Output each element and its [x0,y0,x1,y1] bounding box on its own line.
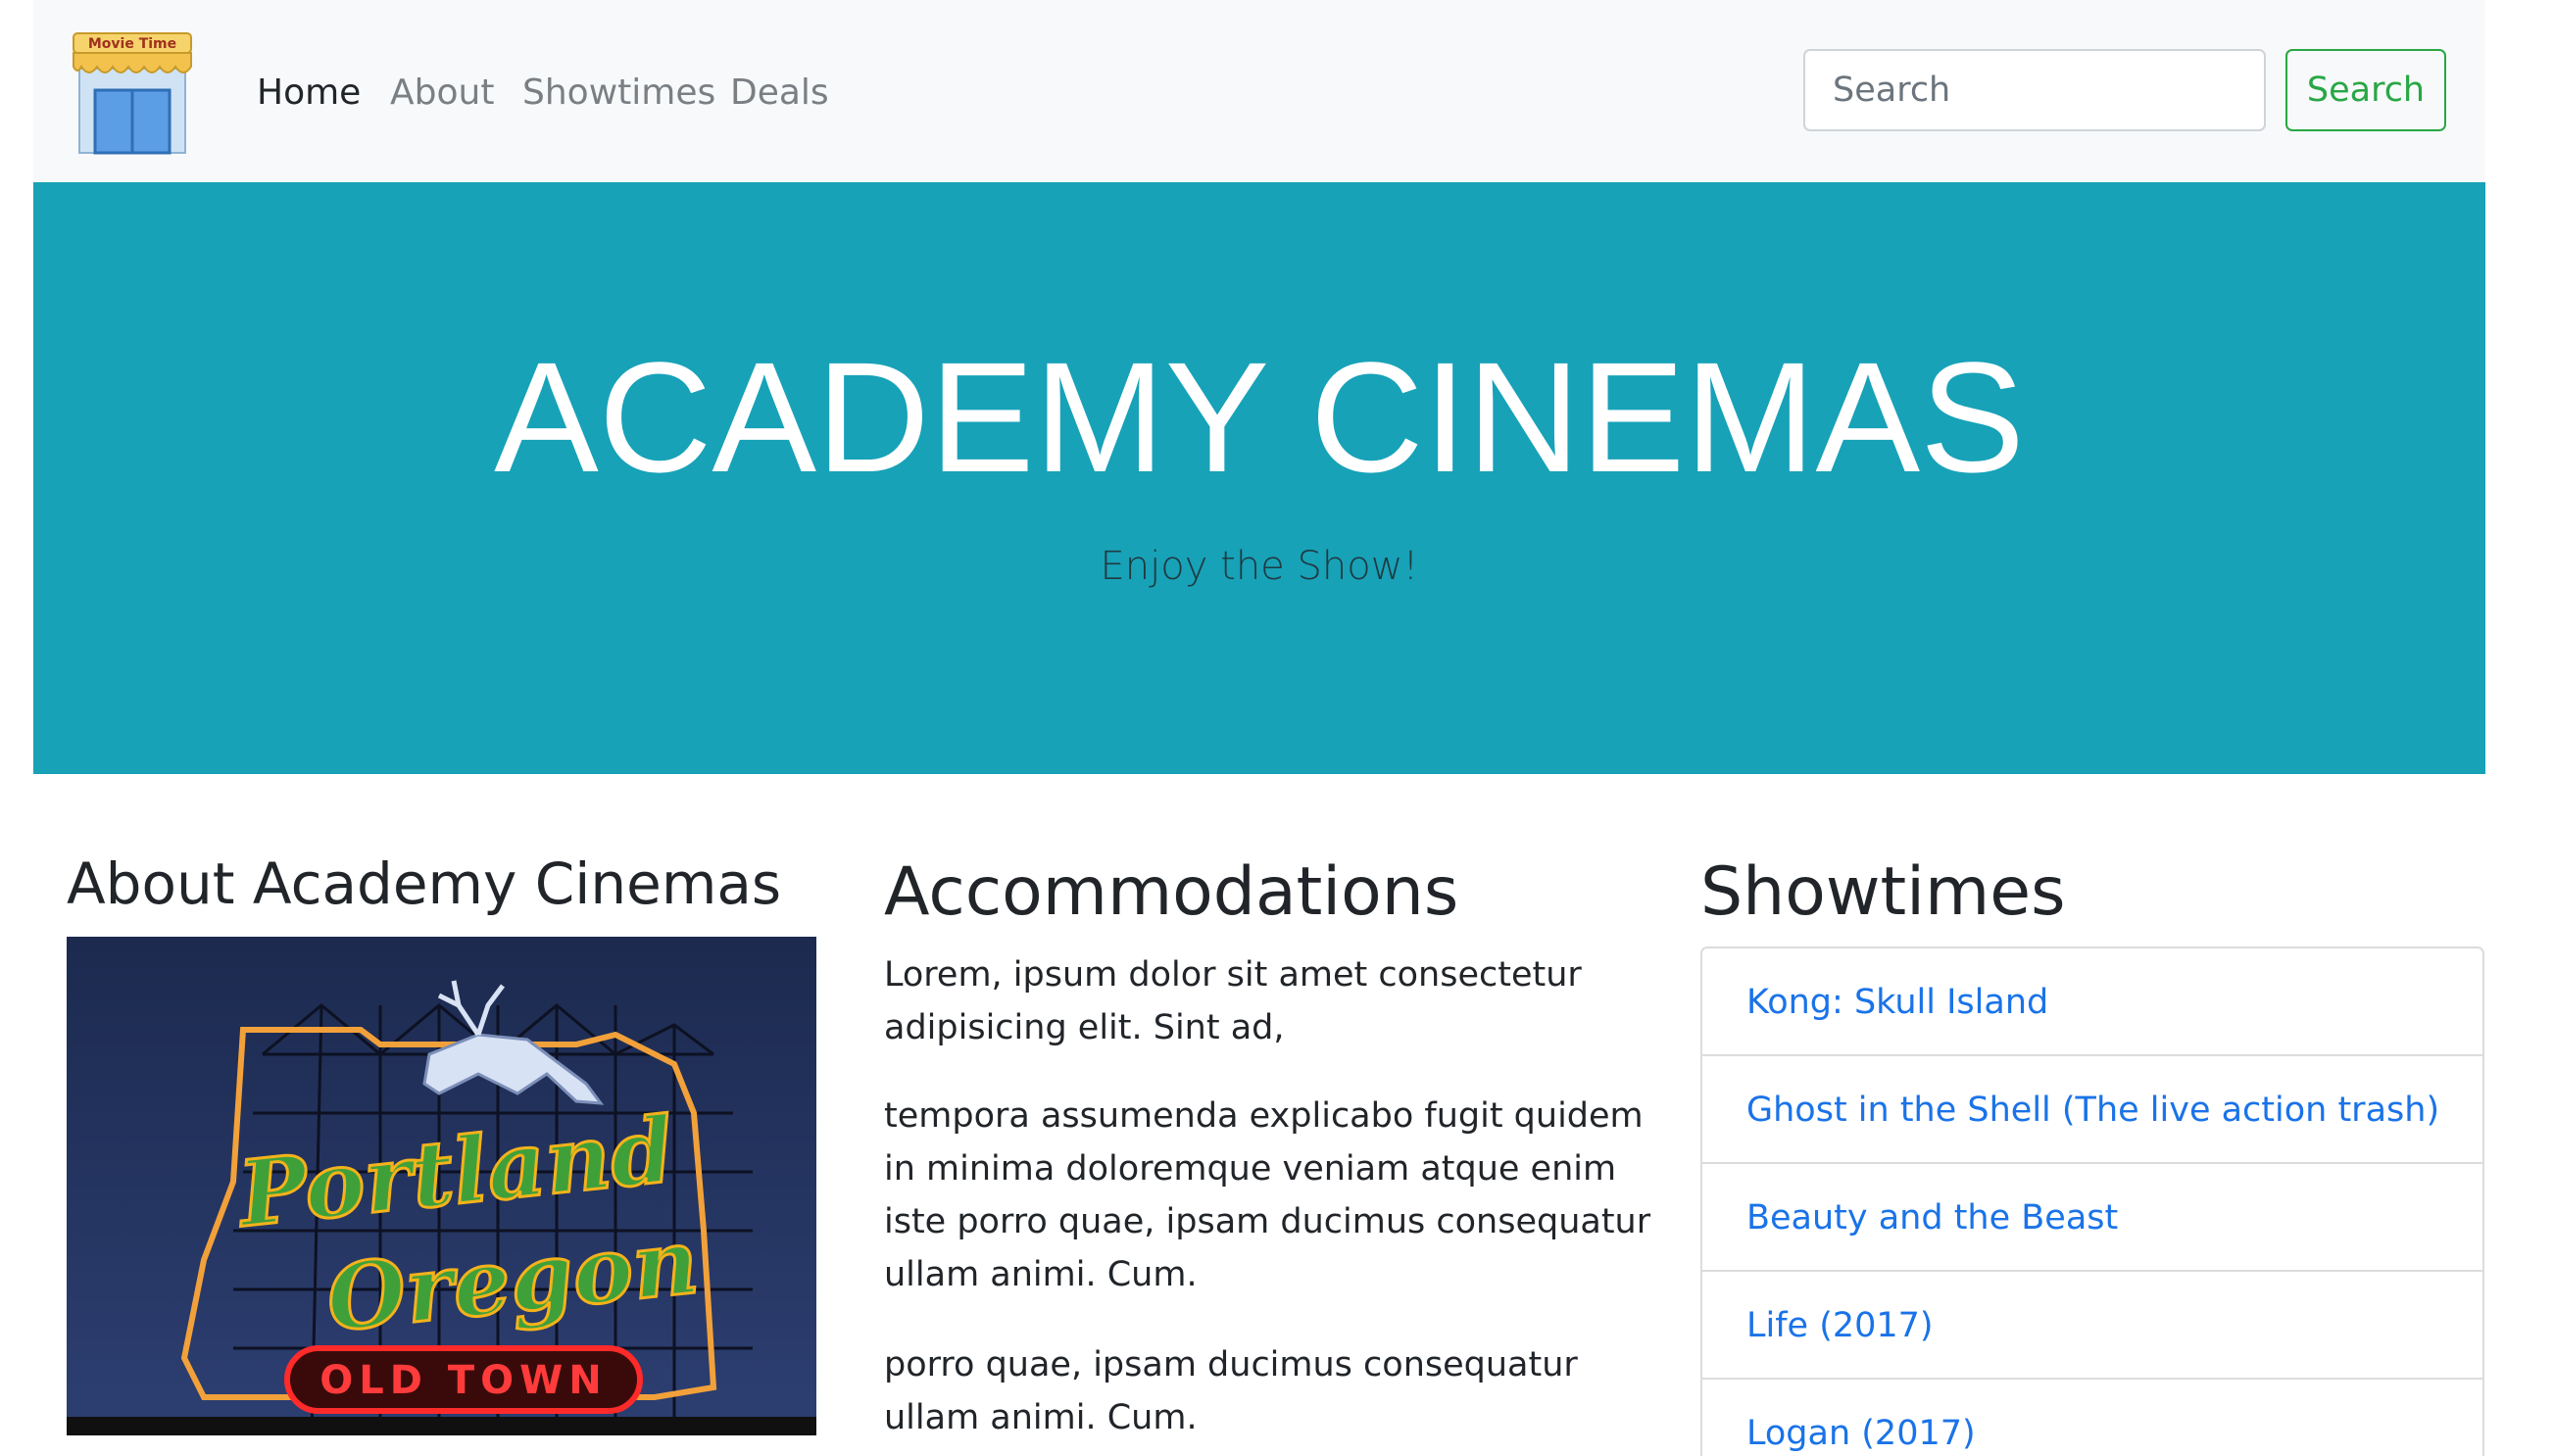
list-item: Kong: Skull Island [1702,948,2482,1056]
search-input[interactable] [1803,49,2266,131]
nav-about[interactable]: About [390,69,494,118]
accommodations-heading: Accommodations [884,853,1459,931]
accommodations-paragraph-2: tempora assumenda explicabo fugit quidem… [884,1096,1651,1294]
logo[interactable]: Movie Time [70,29,195,157]
accommodations-paragraph-1: Lorem, ipsum dolor sit amet consectetur … [884,955,1582,1047]
movie-link-logan[interactable]: Logan (2017) [1746,1380,2482,1456]
navbar: Movie Time Home About Showtimes Deals Se… [33,0,2485,182]
storefront-icon: Movie Time [73,32,192,155]
portland-sign-photo: Portland Oregon OLD TOWN [67,937,816,1435]
list-item: Ghost in the Shell (The live action tras… [1702,1056,2482,1164]
nav-home[interactable]: Home [257,69,361,118]
list-item: Life (2017) [1702,1272,2482,1380]
list-item: Logan (2017) [1702,1380,2482,1456]
hero-title: ACADEMY CINEMAS [494,329,2025,505]
about-heading: About Academy Cinemas [67,850,782,917]
hero-banner: ACADEMY CINEMAS Enjoy the Show! [33,182,2485,774]
search-button[interactable]: Search [2285,49,2446,131]
showtimes-list: Kong: Skull Island Ghost in the Shell (T… [1700,946,2484,1456]
page: Movie Time Home About Showtimes Deals Se… [33,0,2485,1456]
hero-tagline: Enjoy the Show! [1100,544,1419,589]
movie-link-life[interactable]: Life (2017) [1746,1272,2482,1380]
svg-text:Movie Time: Movie Time [88,36,176,52]
svg-text:OLD TOWN: OLD TOWN [319,1358,608,1403]
movie-link-kong[interactable]: Kong: Skull Island [1746,948,2482,1056]
nav-deals[interactable]: Deals [730,69,829,118]
list-item: Beauty and the Beast [1702,1164,2482,1272]
accommodations-paragraph-3: porro quae, ipsam ducimus consequatur ul… [884,1345,1578,1437]
nav-showtimes[interactable]: Showtimes [522,69,715,118]
movie-link-beauty-and-the-beast[interactable]: Beauty and the Beast [1746,1164,2482,1272]
movie-link-ghost-in-the-shell[interactable]: Ghost in the Shell (The live action tras… [1746,1056,2482,1164]
showtimes-heading: Showtimes [1700,853,2066,931]
